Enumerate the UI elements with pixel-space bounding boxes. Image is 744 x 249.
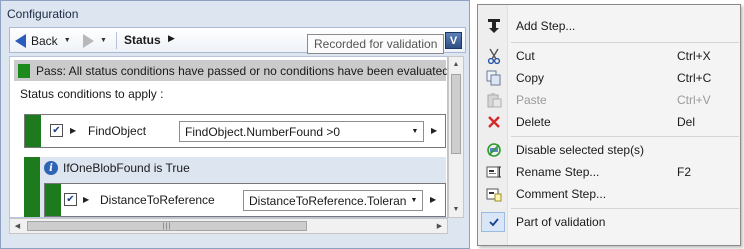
menu-item-part-of-validation[interactable]: Part of validation	[479, 211, 740, 233]
breadcrumb-chevron-icon[interactable]: ▶	[168, 33, 175, 44]
delete-x-icon	[485, 114, 503, 130]
copy-icon	[485, 70, 503, 86]
back-button[interactable]: Back ▼	[13, 31, 77, 50]
condition-row: ✔ ▶ DistanceToReference DistanceToRefere…	[44, 183, 446, 217]
menu-item-disable-steps[interactable]: Disable selected step(s)	[479, 139, 740, 161]
scrollbar-corner	[448, 218, 464, 234]
condition-row: ✔ ▶ FindObject FindObject.NumberFound >0…	[24, 114, 446, 148]
scroll-up-arrow-icon[interactable]: ▲	[449, 57, 463, 72]
status-message: Pass: All status conditions have passed …	[36, 63, 448, 78]
condition-expression: FindObject.NumberFound >0	[185, 125, 341, 139]
menu-item-add-step[interactable]: Add Step...	[479, 15, 740, 37]
menu-item-cut[interactable]: Cut Ctrl+X	[479, 45, 740, 67]
status-message-bar: Pass: All status conditions have passed …	[14, 60, 448, 81]
menu-item-label: Disable selected step(s)	[516, 143, 645, 157]
menu-item-label: Paste	[516, 93, 547, 107]
pin-icon	[485, 18, 503, 34]
condition-checkbox[interactable]: ✔	[64, 193, 77, 206]
forward-button[interactable]: ▼	[83, 31, 113, 50]
forward-arrow-icon	[83, 33, 94, 48]
menu-item-label: Cut	[516, 49, 535, 63]
dropdown-arrow-icon[interactable]: ▼	[406, 191, 422, 210]
context-menu: Add Step... Cut Ctrl+X Copy Ctrl+C Paste…	[477, 4, 741, 246]
menu-item-label: Copy	[516, 71, 545, 85]
menu-item-label: Comment Step...	[516, 187, 607, 201]
rename-step-icon	[485, 164, 503, 180]
comment-step-icon	[485, 186, 503, 202]
menu-item-paste[interactable]: Paste Ctrl+V	[479, 89, 740, 111]
scroll-left-arrow-icon[interactable]: ◀	[10, 219, 25, 233]
menu-item-shortcut: Ctrl+C	[677, 71, 712, 85]
expand-arrow-icon[interactable]: ▶	[70, 126, 76, 135]
scissors-icon	[485, 48, 503, 64]
menu-item-label: Delete	[516, 115, 551, 129]
condition-expression-dropdown[interactable]: DistanceToReference.Toleran ▼	[243, 190, 423, 211]
scroll-right-arrow-icon[interactable]: ▶	[432, 219, 447, 233]
back-label: Back	[31, 33, 58, 48]
horizontal-scrollbar[interactable]: ◀ ||| ▶	[9, 218, 448, 234]
menu-item-comment-step[interactable]: Comment Step...	[479, 183, 740, 205]
menu-item-label: Add Step...	[516, 19, 576, 33]
menu-item-shortcut: Ctrl+V	[677, 93, 711, 107]
group-header: i IfOneBlobFound is True	[40, 157, 446, 179]
vertical-scroll-thumb[interactable]	[451, 74, 461, 154]
panel-title: Configuration	[7, 7, 79, 21]
row-more-arrow-icon[interactable]: ▶	[431, 126, 437, 135]
back-arrow-icon	[15, 33, 26, 48]
condition-expression-dropdown[interactable]: FindObject.NumberFound >0 ▼	[179, 121, 424, 142]
condition-name: FindObject	[88, 124, 147, 138]
checkmark-icon	[485, 214, 503, 230]
section-label: Status conditions to apply :	[20, 87, 164, 101]
menu-separator	[511, 42, 739, 43]
menu-item-delete[interactable]: Delete Del	[479, 111, 740, 133]
pass-indicator	[18, 63, 30, 78]
info-icon: i	[44, 161, 58, 175]
condition-name: DistanceToReference	[100, 193, 215, 207]
forward-dropdown-caret-icon[interactable]: ▼	[100, 37, 107, 44]
row-more-arrow-icon[interactable]: ▶	[430, 195, 436, 204]
menu-item-shortcut: Ctrl+X	[677, 49, 711, 63]
condition-checkbox[interactable]: ✔	[50, 124, 63, 137]
back-dropdown-caret-icon[interactable]: ▼	[64, 37, 71, 44]
menu-item-copy[interactable]: Copy Ctrl+C	[479, 67, 740, 89]
horizontal-scroll-thumb[interactable]: |||	[27, 221, 307, 231]
menu-separator	[511, 208, 739, 209]
validation-tooltip: Recorded for validation	[307, 34, 445, 54]
validation-button[interactable]: V	[445, 32, 462, 49]
menu-item-shortcut: Del	[677, 115, 696, 129]
menu-item-rename-step[interactable]: Rename Step... F2	[479, 161, 740, 183]
scroll-down-arrow-icon[interactable]: ▼	[449, 202, 463, 217]
vertical-scrollbar[interactable]: ▲ ▼	[448, 56, 464, 218]
condition-expression: DistanceToReference.Toleran	[249, 194, 407, 208]
expand-arrow-icon[interactable]: ▶	[83, 195, 89, 204]
status-conditions-area: Pass: All status conditions have passed …	[9, 56, 448, 218]
condition-status-bar	[45, 184, 61, 216]
paste-icon	[485, 92, 503, 108]
toolbar-separator	[116, 32, 117, 49]
condition-group: i IfOneBlobFound is True ✔ ▶ DistanceToR…	[24, 157, 446, 217]
menu-item-shortcut: F2	[677, 165, 692, 179]
group-title: IfOneBlobFound is True	[63, 161, 190, 175]
menu-item-label: Rename Step...	[516, 165, 600, 179]
dropdown-arrow-icon[interactable]: ▼	[407, 122, 423, 141]
menu-separator	[511, 136, 739, 137]
condition-status-bar	[25, 115, 41, 147]
breadcrumb[interactable]: Status	[124, 33, 161, 47]
menu-item-label: Part of validation	[516, 215, 606, 229]
disable-step-icon	[485, 142, 503, 158]
